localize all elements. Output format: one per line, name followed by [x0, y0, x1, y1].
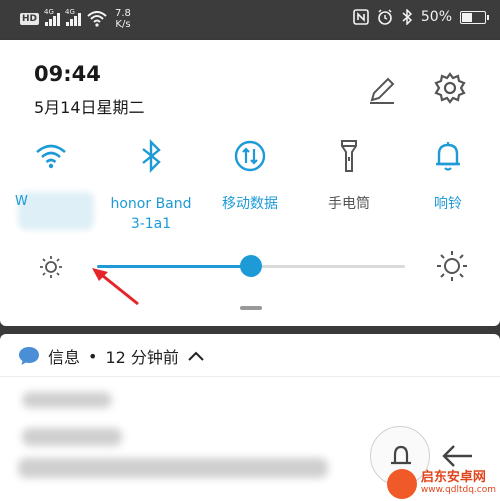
flashlight-icon: [341, 140, 357, 172]
blurred-text: [18, 458, 328, 478]
date: 5月14日星期二: [34, 98, 145, 117]
signal-icon: 4G: [65, 8, 82, 26]
alarm-icon: [378, 9, 392, 25]
status-right: 50%: [353, 9, 489, 25]
brightness-fill: [97, 265, 251, 268]
tile-wifi[interactable]: [3, 138, 99, 178]
signal-icon: 4G: [44, 8, 61, 26]
tile-ring[interactable]: 响铃: [400, 138, 496, 214]
tile-mobile-data[interactable]: 移动数据: [202, 138, 298, 214]
chevron-up-icon[interactable]: [187, 349, 205, 363]
blurred-sender: [22, 392, 112, 408]
watermark-title: 启东安卓网: [420, 470, 486, 485]
notification-time: 12 分钟前: [105, 348, 179, 367]
clock: 09:44: [34, 62, 101, 86]
tile-flashlight[interactable]: 手电筒: [301, 138, 397, 214]
blurred-text: [22, 428, 122, 446]
tile-label: honor Band 3-1a1: [110, 196, 192, 232]
notification-card[interactable]: 信息 • 12 分钟前 启东安卓网 www.qdltdq.com: [0, 334, 500, 501]
wifi-label: W: [15, 194, 28, 209]
hd-icon: HD: [20, 13, 40, 25]
tile-label: 移动数据: [222, 196, 278, 212]
watermark: 启东安卓网 www.qdltdq.com: [386, 469, 496, 499]
wifi-icon: [87, 11, 107, 27]
brightness-thumb[interactable]: [240, 255, 262, 277]
watermark-url: www.qdltdq.com: [420, 485, 496, 495]
notification-header[interactable]: 信息 • 12 分钟前: [18, 344, 205, 368]
divider: [0, 376, 500, 377]
notification-separator: •: [88, 346, 98, 366]
brightness-slider[interactable]: [97, 255, 405, 277]
bluetooth-icon: [142, 139, 161, 173]
status-left: HD 4G 4G 7.8 K/s: [20, 8, 131, 30]
wifi-name-blurred: [18, 192, 94, 230]
battery-level: [462, 12, 472, 22]
brightness-low-icon: [40, 256, 62, 278]
mobile-data-icon: [234, 140, 266, 172]
quick-settings-panel: 09:44 5月14日星期二 honor Band 3-1a1 移动数据 手电筒…: [0, 40, 500, 326]
drag-handle[interactable]: [240, 306, 262, 310]
brightness-high-icon: [437, 251, 467, 281]
tile-label: 手电筒: [328, 196, 370, 212]
annotation-arrow: [92, 268, 139, 306]
tile-bluetooth[interactable]: honor Band 3-1a1: [103, 138, 199, 234]
message-icon: [19, 347, 39, 365]
gear-icon[interactable]: [432, 70, 468, 106]
net-speed: 7.8 K/s: [115, 8, 131, 30]
bluetooth-icon: [402, 9, 412, 25]
tile-label: 响铃: [434, 196, 462, 212]
battery-icon: [460, 10, 489, 24]
nfc-icon: [353, 9, 369, 25]
wifi-icon: [36, 144, 66, 169]
status-bar: HD 4G 4G 7.8 K/s 50%: [0, 0, 500, 38]
watermark-logo: [386, 469, 417, 499]
battery-percent: 50%: [420, 9, 452, 25]
pencil-icon[interactable]: [366, 74, 398, 106]
bell-icon: [436, 142, 460, 171]
notification-app: 信息: [48, 348, 81, 367]
